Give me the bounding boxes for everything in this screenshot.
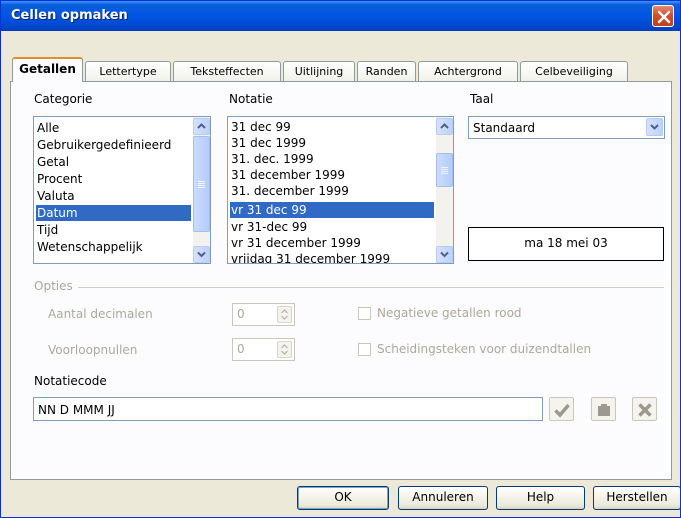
comment-icon: [598, 404, 610, 416]
scroll-thumb[interactable]: [193, 136, 210, 232]
scroll-down-button[interactable]: [436, 246, 453, 263]
language-value: Standaard: [473, 121, 535, 135]
list-item[interactable]: vrijdag 31 december 1999: [230, 251, 390, 263]
delete-code-button[interactable]: [632, 397, 657, 421]
format-preview: ma 18 mei 03: [468, 227, 664, 261]
scroll-down-icon: [197, 251, 206, 258]
list-item[interactable]: vr 31 december 1999: [230, 235, 361, 251]
language-dropdown[interactable]: Standaard: [468, 116, 665, 139]
category-label: Categorie: [34, 92, 93, 106]
list-item[interactable]: Alle: [36, 120, 59, 136]
format-code-input[interactable]: NN D MMM JJ: [33, 397, 543, 421]
decimals-value: 0: [237, 307, 245, 321]
dropdown-button[interactable]: [646, 118, 663, 136]
title-bar[interactable]: Cellen opmaken: [1, 1, 680, 31]
list-item[interactable]: 31 dec 99: [230, 119, 291, 135]
options-label: Opties: [34, 279, 73, 293]
list-item-selected[interactable]: vr 31 dec 99: [230, 202, 434, 218]
negative-red-label: Negatieve getallen rood: [377, 306, 522, 320]
tab-lettertype[interactable]: Lettertype: [85, 61, 171, 82]
list-item-selected[interactable]: Datum: [36, 205, 191, 221]
list-item[interactable]: Gebruikergedefinieerd: [36, 137, 171, 153]
scroll-up-icon: [197, 123, 206, 129]
help-button[interactable]: Help: [496, 486, 585, 510]
spin-arrows-icon: [281, 344, 288, 355]
edit-comment-button[interactable]: [591, 397, 616, 421]
checkmark-icon: [554, 403, 570, 418]
spin-button[interactable]: [277, 341, 292, 358]
tab-teksteffecten[interactable]: Teksteffecten: [173, 61, 281, 82]
scroll-thumb[interactable]: [436, 153, 453, 187]
ok-button[interactable]: OK: [297, 486, 389, 510]
scroll-up-button[interactable]: [436, 118, 453, 135]
list-item[interactable]: vr 31-dec 99: [230, 219, 307, 235]
list-item[interactable]: Tijd: [36, 222, 58, 238]
spin-button[interactable]: [277, 306, 292, 323]
language-label: Taal: [470, 92, 494, 106]
scroll-down-icon: [440, 251, 449, 258]
category-listbox[interactable]: Alle Gebruikergedefinieerd Getal Procent…: [33, 116, 211, 264]
format-scrollbar[interactable]: [436, 117, 453, 263]
leading-zeros-label: Voorloopnullen: [48, 343, 138, 357]
spin-arrows-icon: [281, 309, 288, 320]
thousands-separator-label: Scheidingsteken voor duizendtallen: [377, 342, 592, 356]
close-icon: [657, 10, 671, 24]
tab-celbeveiliging[interactable]: Celbeveiliging: [520, 61, 628, 82]
tab-uitlijning[interactable]: Uitlijning: [283, 61, 355, 82]
dialog-title: Cellen opmaken: [11, 8, 128, 23]
cancel-button[interactable]: Annuleren: [398, 486, 488, 510]
negative-red-checkbox[interactable]: [358, 307, 371, 320]
list-item[interactable]: 31 dec 1999: [230, 135, 306, 151]
accept-code-button[interactable]: [549, 397, 574, 421]
list-item[interactable]: Getal: [36, 154, 69, 170]
options-separator: [78, 287, 664, 288]
list-item[interactable]: 31 december 1999: [230, 167, 345, 183]
scroll-down-button[interactable]: [193, 246, 210, 263]
category-scrollbar[interactable]: [193, 117, 210, 263]
list-item[interactable]: 31. dec. 1999: [230, 151, 314, 167]
list-item[interactable]: Wetenschappelijk: [36, 239, 143, 255]
leading-zeros-spinner[interactable]: 0: [232, 338, 295, 361]
delete-icon: [638, 403, 652, 417]
tab-strip: Getallen Lettertype Teksteffecten Uitlij…: [1, 57, 680, 82]
list-item[interactable]: Valuta: [36, 188, 75, 204]
scroll-up-icon: [440, 123, 449, 129]
reset-button[interactable]: Herstellen: [593, 486, 680, 510]
close-button[interactable]: [652, 5, 674, 27]
format-listbox[interactable]: 31 dec 99 31 dec 1999 31. dec. 1999 31 d…: [227, 116, 454, 264]
decimals-label: Aantal decimalen: [48, 307, 153, 321]
format-label: Notatie: [229, 92, 273, 106]
list-item[interactable]: 31. december 1999: [230, 183, 349, 199]
format-code-label: Notatiecode: [34, 374, 107, 388]
format-cells-dialog: Cellen opmaken Getallen Lettertype Tekst…: [0, 0, 681, 518]
dropdown-arrow-icon: [650, 124, 659, 130]
tab-achtergrond[interactable]: Achtergrond: [418, 61, 518, 82]
leading-zeros-value: 0: [237, 342, 245, 356]
list-item[interactable]: Procent: [36, 171, 82, 187]
tab-getallen[interactable]: Getallen: [12, 57, 83, 82]
thousands-separator-checkbox[interactable]: [358, 343, 371, 356]
scroll-up-button[interactable]: [193, 118, 210, 135]
tab-randen[interactable]: Randen: [357, 61, 416, 82]
decimals-spinner[interactable]: 0: [232, 303, 295, 326]
format-code-value: NN D MMM JJ: [38, 403, 115, 417]
